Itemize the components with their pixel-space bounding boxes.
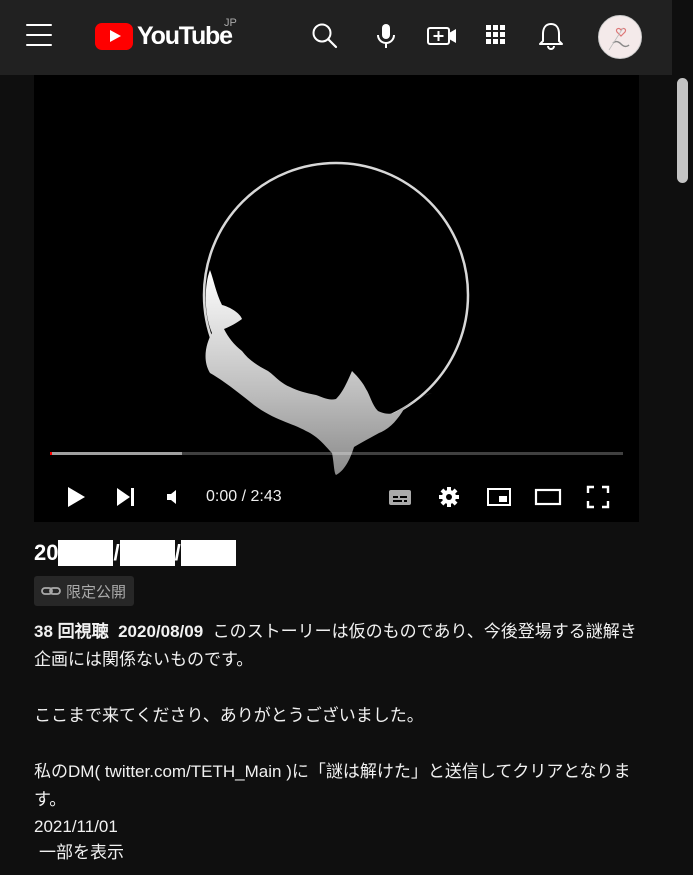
- top-app-bar: YouTube JP: [0, 0, 672, 75]
- settings-gear-icon[interactable]: [435, 483, 463, 511]
- video-player[interactable]: 0:00 / 2:43: [34, 75, 639, 522]
- description-line-2: ここまで来てくださり、ありがとうございました。: [34, 706, 424, 725]
- progress-played: [50, 452, 52, 455]
- visibility-label: 限定公開: [66, 583, 127, 601]
- description-line-3: 私のDM( twitter.com/TETH_Main )に「謎は解けた」と送信…: [34, 762, 631, 809]
- logo-text: YouTube: [137, 21, 233, 50]
- theater-mode-icon[interactable]: [534, 483, 562, 511]
- view-count: 38 回視聴: [34, 622, 109, 641]
- youtube-logo-icon: [95, 22, 133, 50]
- redacted-block: [58, 540, 114, 566]
- next-icon[interactable]: [112, 483, 140, 511]
- upload-date: 2020/08/09: [118, 622, 204, 641]
- subtitles-icon[interactable]: [386, 483, 414, 511]
- fullscreen-icon[interactable]: [584, 483, 612, 511]
- redacted-block: [119, 540, 175, 566]
- show-more-button[interactable]: 一部を表示: [39, 843, 124, 862]
- region-label: JP: [224, 17, 237, 29]
- video-description[interactable]: 38 回視聴 2020/08/09 このストーリーは仮のものであり、今後登場する…: [34, 618, 644, 866]
- menu-icon[interactable]: [26, 24, 52, 46]
- description-first-line: 38 回視聴 2020/08/09 このストーリーは仮のものであり、今後登場する…: [34, 618, 644, 674]
- progress-bar[interactable]: [50, 452, 623, 455]
- scrollbar-thumb[interactable]: [677, 78, 688, 183]
- time-display: 0:00 / 2:43: [206, 488, 282, 505]
- description-line-4: 2021/11/01: [34, 817, 118, 836]
- youtube-logo[interactable]: YouTube: [95, 21, 233, 51]
- link-icon: [41, 587, 61, 595]
- video-title: 20 / /: [34, 540, 236, 566]
- miniplayer-icon[interactable]: [485, 483, 513, 511]
- avatar[interactable]: [598, 15, 642, 59]
- create-video-icon[interactable]: [425, 20, 457, 52]
- visibility-badge: 限定公開: [34, 576, 135, 606]
- play-icon[interactable]: [62, 483, 90, 511]
- notifications-icon[interactable]: [535, 20, 567, 52]
- apps-icon[interactable]: [482, 20, 514, 52]
- volume-icon[interactable]: [160, 483, 188, 511]
- redacted-block: [180, 540, 236, 566]
- microphone-icon[interactable]: [370, 20, 402, 52]
- progress-buffered: [50, 452, 182, 455]
- title-prefix: 20: [34, 540, 59, 565]
- search-icon[interactable]: [309, 20, 341, 52]
